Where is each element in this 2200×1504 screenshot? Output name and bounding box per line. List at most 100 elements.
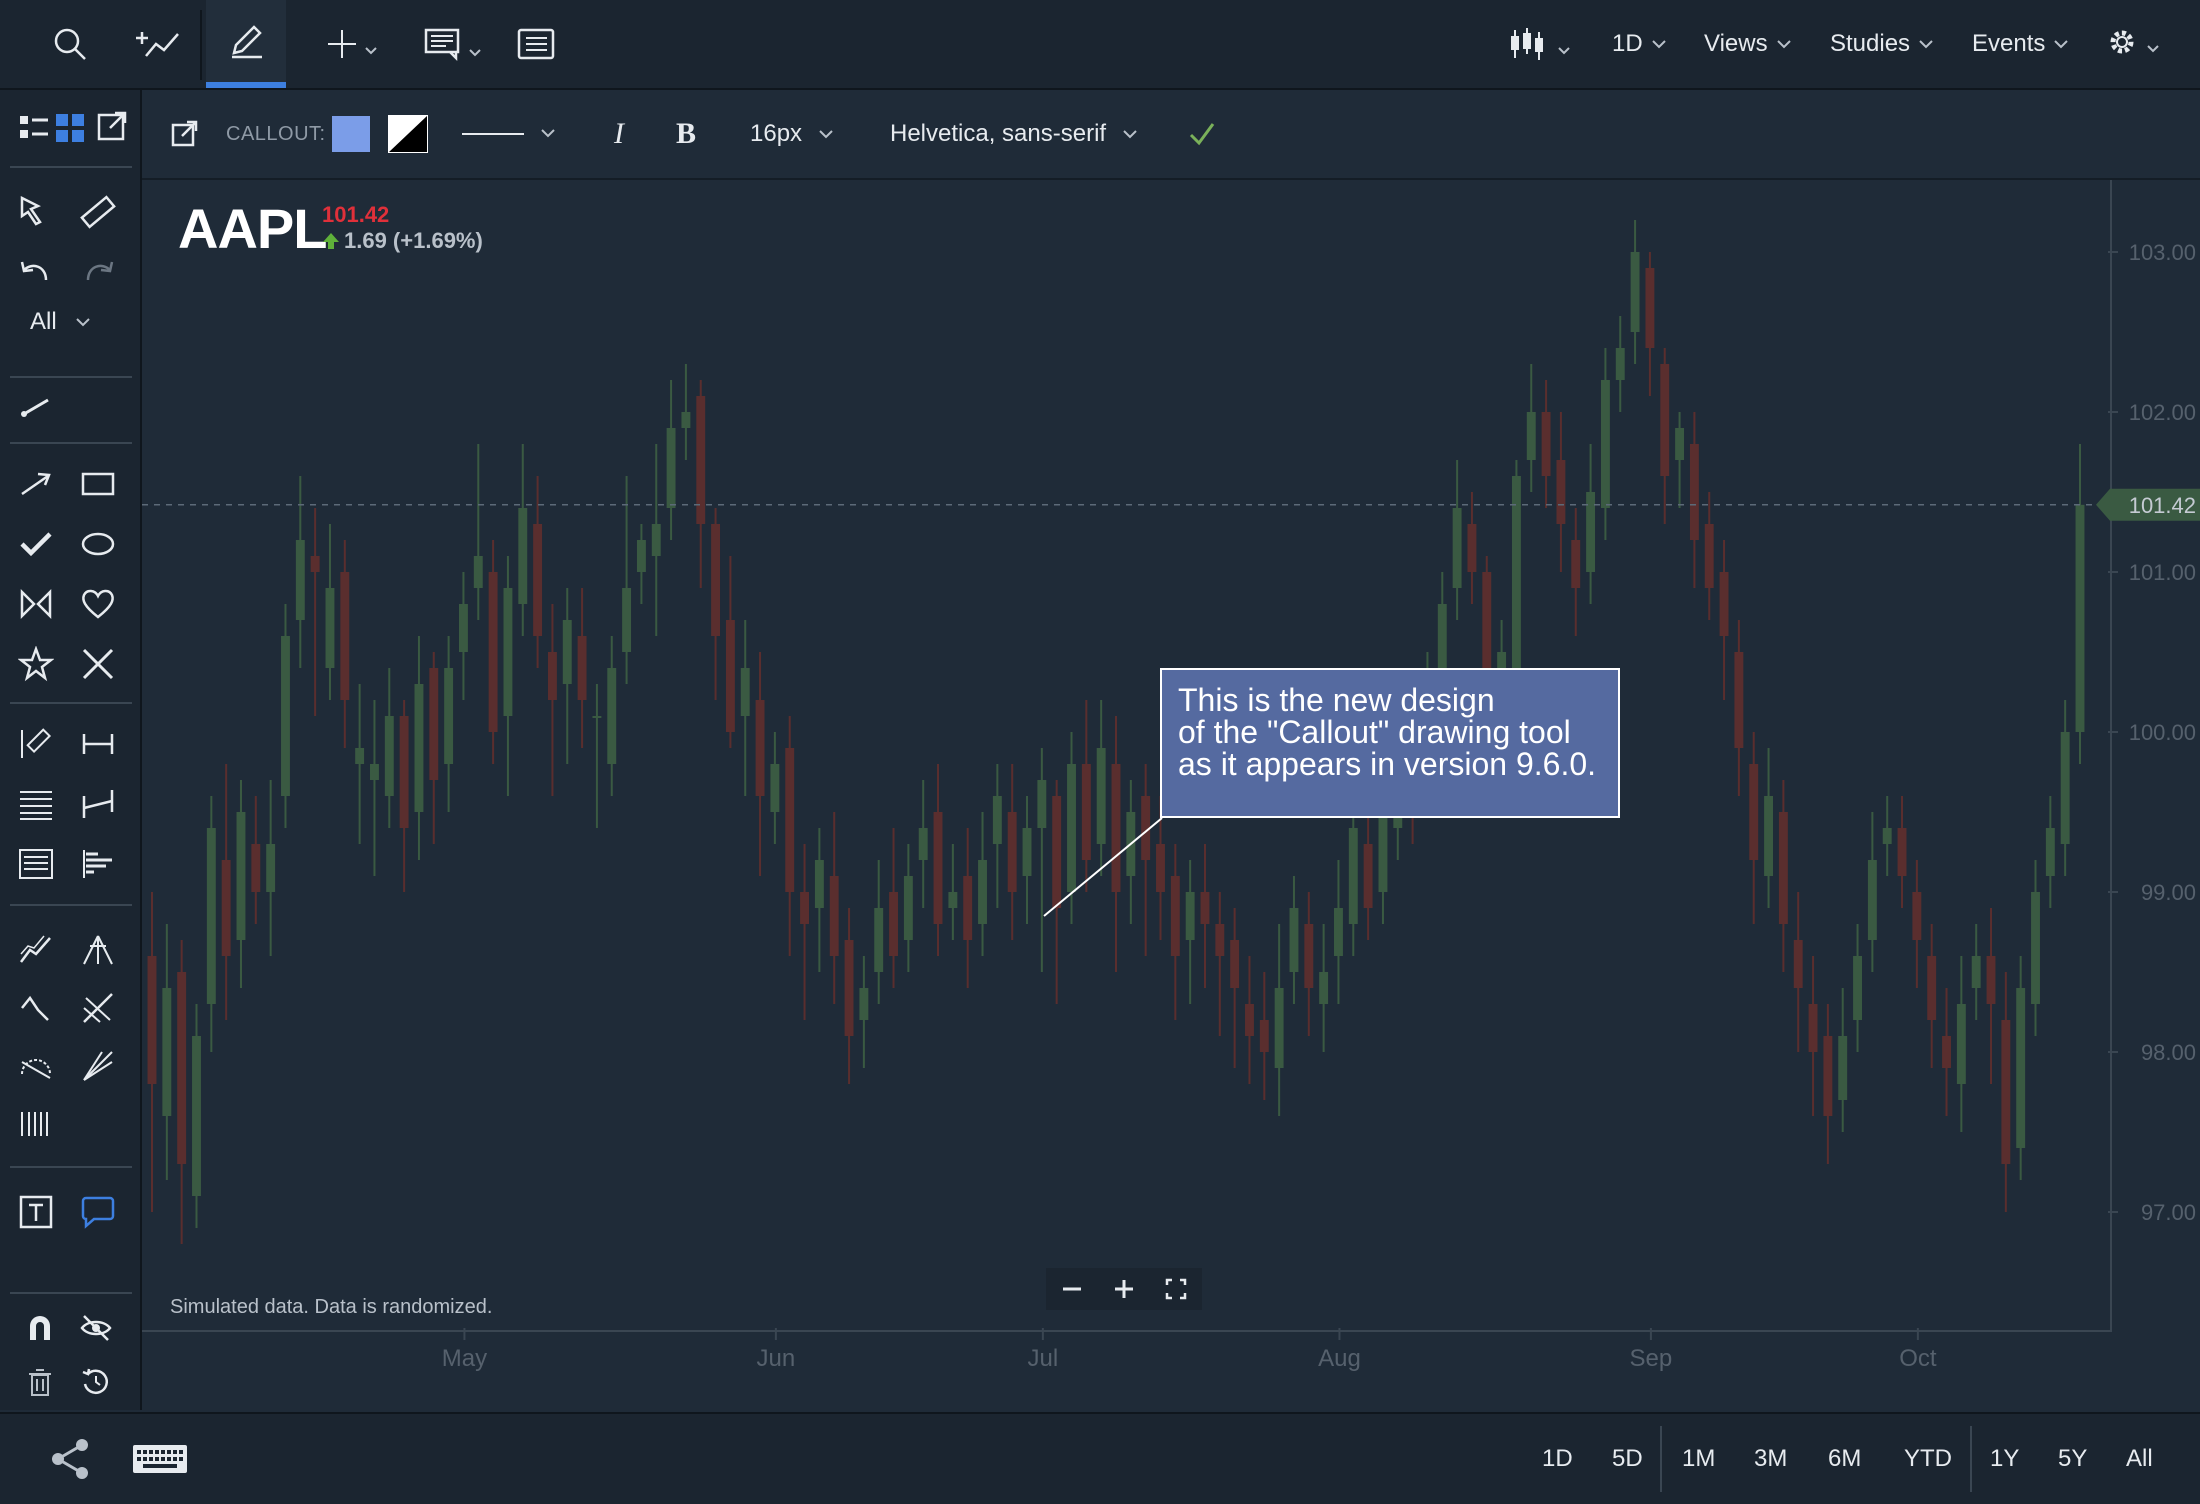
studies-menu[interactable]: Studies [1830,0,1934,88]
search-icon[interactable] [40,0,100,88]
undo-icon[interactable] [12,246,60,294]
line-color-swatch[interactable] [388,90,428,178]
range-divider [1660,1426,1662,1492]
range-label: 1M [1682,1445,1716,1472]
fibonacci-lines-icon[interactable] [12,780,60,828]
candle-body [889,892,898,956]
range-all-button[interactable]: All [2126,1414,2153,1504]
range-1m-button[interactable]: 1M [1682,1414,1715,1504]
volume-profile-icon[interactable] [74,840,122,888]
italic-button[interactable]: I [614,90,624,178]
crosshair-icon[interactable] [310,0,390,88]
measurement-icon[interactable] [12,720,60,768]
x-axis-label: Jul [1028,1345,1059,1372]
candle-body [1259,1020,1269,1052]
magnet-icon[interactable] [16,1304,64,1352]
x-axis-label: Oct [1899,1345,1937,1372]
hide-eye-icon[interactable] [72,1304,120,1352]
range-ytd-button[interactable]: YTD [1904,1414,1952,1504]
candle-body [1689,444,1699,540]
candle-body [221,860,231,956]
popout-icon[interactable] [88,102,136,150]
annotation-icon[interactable] [414,0,494,88]
up-arrow-icon [323,233,339,249]
views-menu[interactable]: Views [1704,0,1792,88]
chevron-down-icon [75,318,90,327]
chart-type-candle-icon[interactable] [1504,0,1580,88]
last-price: 101.42 [322,202,390,227]
candle-body [1526,412,1536,460]
candle-body [281,636,290,796]
range-5d-button[interactable]: 5D [1612,1414,1643,1504]
candle-body [1586,492,1596,572]
range-label: YTD [1904,1445,1952,1472]
callout-annotation[interactable]: This is the new design of the "Callout" … [1160,668,1620,818]
top-toolbar: 1D Views Studies Events [0,0,2200,90]
range-6m-button[interactable]: 6M [1828,1414,1861,1504]
events-menu[interactable]: Events [1972,0,2069,88]
candle-body [325,588,335,668]
rectangle-icon[interactable] [74,460,122,508]
measure-ruler-icon[interactable] [74,188,122,236]
range-label: 5Y [2058,1445,2088,1472]
reset-icon[interactable] [72,1358,120,1406]
zoom-in-button[interactable] [1104,1269,1144,1309]
gann-icon[interactable] [12,984,60,1032]
text-box-lines-icon[interactable] [12,840,60,888]
bold-button[interactable]: B [676,90,696,178]
add-comparison-icon[interactable] [126,0,190,88]
font-family-dropdown[interactable]: Helvetica, sans-serif [890,90,1138,178]
fill-color-swatch[interactable] [332,90,370,178]
confirm-check-icon[interactable] [1188,90,1216,178]
interval-menu[interactable]: 1D [1612,0,1667,88]
range-1y-button[interactable]: 1Y [1990,1414,2019,1504]
star-icon[interactable] [12,640,60,688]
candle-body [948,892,958,908]
cross-x-icon[interactable] [74,640,122,688]
candle-body [1793,940,1803,988]
settings-gear-icon[interactable] [2100,0,2172,88]
range-1d-button[interactable]: 1D [1542,1414,1573,1504]
candle-body [1749,764,1759,860]
time-cycle-icon[interactable] [12,1100,60,1148]
range-5y-button[interactable]: 5Y [2058,1414,2087,1504]
chevron-down-icon [1651,40,1666,49]
ellipse-icon[interactable] [74,520,122,568]
range-3m-button[interactable]: 3M [1754,1414,1787,1504]
heart-icon[interactable] [74,580,122,628]
pointer-select-icon[interactable] [12,188,60,236]
detach-icon[interactable] [170,90,198,178]
draw-pencil-icon[interactable] [206,0,286,88]
line-segment-icon[interactable] [12,382,60,430]
range-label: 1Y [1990,1445,2020,1472]
arrow-icon[interactable] [12,460,60,508]
callout-icon[interactable] [74,1188,122,1236]
tool-filter-dropdown[interactable]: All [30,308,91,336]
candle-body [162,988,172,1116]
candle-body [1808,1004,1818,1052]
bowtie-icon[interactable] [12,580,60,628]
check-icon[interactable] [12,520,60,568]
pitchfork-icon[interactable] [74,926,122,974]
trash-icon[interactable] [16,1358,64,1406]
font-size-dropdown[interactable]: 16px [750,90,834,178]
bold-label: B [676,117,697,150]
candle-body [251,844,261,892]
font-size-label: 16px [750,120,803,147]
candle-body [533,524,543,636]
continuous-line-icon[interactable] [12,926,60,974]
slanted-range-icon[interactable] [74,780,122,828]
keyboard-icon[interactable] [132,1414,188,1504]
share-icon[interactable] [48,1414,92,1504]
text-annotation-icon[interactable] [12,1188,60,1236]
redo-icon[interactable] [74,246,122,294]
grid-view-icon[interactable] [46,104,94,152]
crossed-lines-icon[interactable] [74,984,122,1032]
fib-arc-icon[interactable] [12,1042,60,1090]
fullscreen-button[interactable] [1156,1269,1196,1309]
line-style-dropdown[interactable] [460,90,564,178]
fib-fan-icon[interactable] [74,1042,122,1090]
horizontal-range-icon[interactable] [74,720,122,768]
table-view-icon[interactable] [510,0,562,88]
zoom-out-button[interactable] [1052,1269,1092,1309]
